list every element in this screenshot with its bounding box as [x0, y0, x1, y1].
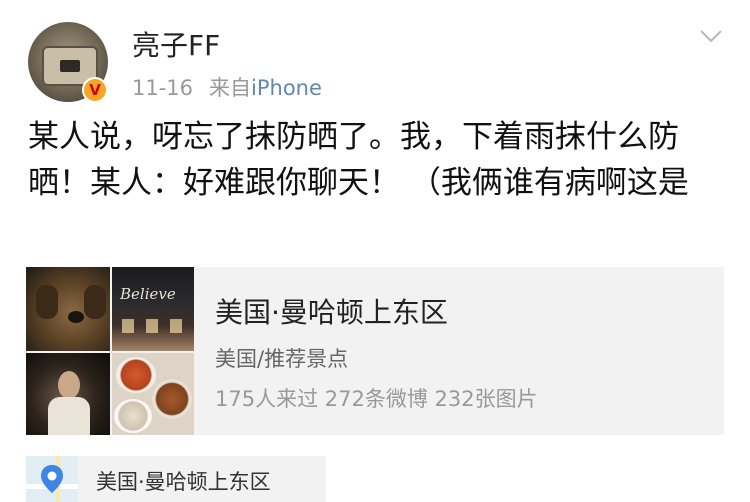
source-device[interactable]: iPhone: [251, 76, 322, 100]
location-tag[interactable]: 美国·曼哈顿上东区: [26, 456, 326, 502]
post-text: 某人说，呀忘了抹防晒了。我，下着雨抹什么防晒！某人：好难跟你聊天！ （我俩谁有病…: [28, 119, 689, 201]
location-stats: 175人来过 272条微博 232张图片: [215, 387, 538, 411]
location-card[interactable]: Believe 美国·曼哈顿上东区 美国/推荐景点 175人来过 272条微博 …: [26, 267, 724, 435]
source-prefix: 来自: [209, 76, 252, 100]
chevron-down-icon[interactable]: [699, 28, 723, 44]
location-subtitle: 美国/推荐景点: [215, 347, 349, 371]
location-pin-icon: [41, 465, 63, 493]
location-tag-label: 美国·曼哈顿上东区: [96, 470, 271, 494]
verified-badge-icon: V: [82, 77, 108, 103]
post-time: 11-16: [132, 76, 194, 100]
thumbnail-storefront: Believe: [112, 267, 194, 351]
thumbnail-plush-dog: [26, 267, 110, 351]
storefront-sign: Believe: [120, 285, 176, 303]
username[interactable]: 亮子FF: [132, 24, 220, 64]
thumbnail-food: [112, 353, 194, 435]
thumbnail-person: [26, 353, 110, 435]
location-title[interactable]: 美国·曼哈顿上东区: [215, 291, 448, 331]
post-meta: 11-16 来自iPhone: [132, 72, 322, 102]
